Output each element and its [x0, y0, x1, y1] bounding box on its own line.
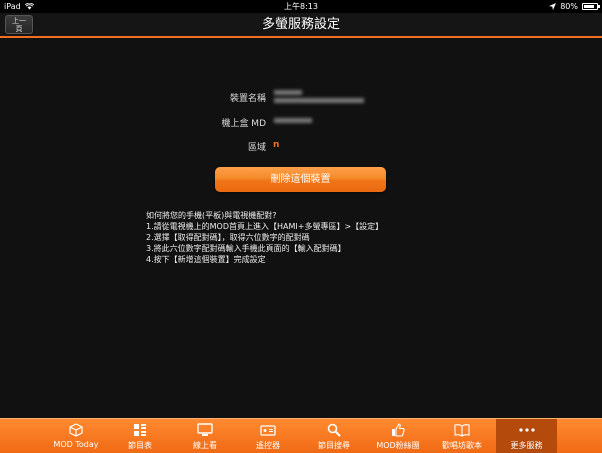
pairing-instructions: 如何將您的手機(平板)與電視機配對? 1.請從電視機上的MOD首頁上進入【HAM… — [146, 210, 383, 265]
status-bar: iPad 上午8:13 80% — [0, 0, 602, 13]
tab-label: 更多服務 — [510, 441, 543, 450]
instruction-step: 3.將此六位數字配對碼輸入手機此頁面的【輸入配對碼】 — [146, 244, 346, 253]
tab-mod-fan-page[interactable]: MOD粉絲團 — [370, 419, 426, 453]
more-icon — [518, 428, 535, 432]
navigation-bar: 多螢服務設定 上一 頁 — [0, 13, 602, 38]
tab-label: 節目搜尋 — [318, 441, 350, 450]
battery-fill — [584, 5, 594, 8]
tab-bar: MOD Today 節目表 線上看 遙控器 節目搜尋 MOD粉絲團 歡唱坊歌本 … — [0, 418, 602, 453]
tab-label: MOD Today — [53, 440, 99, 449]
tab-label: 遙控器 — [256, 441, 280, 450]
status-time: 上午8:13 — [284, 2, 318, 11]
tab-label: 歡唱坊歌本 — [442, 441, 482, 450]
instruction-step: 4.按下【新增這個裝置】完成設定 — [146, 255, 266, 264]
list-icon — [134, 424, 146, 436]
stb-label: 機上盒 MD — [221, 119, 266, 129]
instruction-step: 1.請從電視機上的MOD首頁上進入【HAMI+多螢專區】>【設定】 — [146, 222, 384, 231]
thumbs-up-icon — [392, 423, 405, 437]
tab-program-guide[interactable]: 節目表 — [115, 419, 165, 453]
tab-mod-today[interactable]: MOD Today — [45, 419, 107, 453]
back-button[interactable]: 上一 頁 — [5, 15, 33, 34]
search-icon — [327, 423, 341, 437]
location-arrow-icon — [549, 3, 557, 10]
instructions-heading: 如何將您的手機(平板)與電視機配對? — [146, 211, 277, 220]
battery-icon — [582, 3, 600, 10]
region-value: n — [273, 140, 280, 150]
tab-label: MOD粉絲團 — [376, 441, 420, 450]
region-label: 區域 — [247, 143, 266, 153]
tab-karaoke-songbook[interactable]: 歡唱坊歌本 — [434, 419, 490, 453]
box-icon — [69, 423, 83, 437]
tab-watch-online[interactable]: 線上看 — [180, 419, 230, 453]
tab-program-search[interactable]: 節目搜尋 — [307, 419, 361, 453]
back-button-label-line2: 頁 — [15, 25, 23, 33]
device-name-value-redacted — [274, 90, 302, 95]
tab-remote-control[interactable]: 遙控器 — [243, 419, 293, 453]
tab-label: 線上看 — [193, 441, 217, 450]
battery-percent: 80% — [560, 2, 578, 11]
delete-device-button[interactable]: 刪除這個裝置 — [215, 167, 386, 192]
remote-icon — [260, 425, 276, 436]
page-title: 多螢服務設定 — [261, 17, 340, 32]
back-button-label-line1: 上一 — [12, 17, 26, 25]
instruction-step: 2.選擇【取得配對碼】，取得六位數字的配對碼 — [146, 233, 310, 242]
device-name-label: 裝置名稱 — [229, 94, 266, 104]
stb-value-redacted — [274, 118, 312, 123]
book-icon — [454, 424, 470, 437]
tv-icon — [197, 423, 213, 436]
tab-more-services[interactable]: 更多服務 — [496, 419, 557, 453]
device-name-value-redacted-2 — [274, 98, 364, 103]
tab-label: 節目表 — [128, 441, 152, 450]
